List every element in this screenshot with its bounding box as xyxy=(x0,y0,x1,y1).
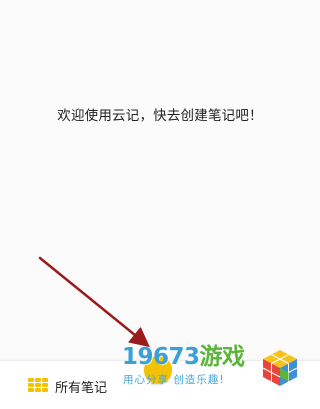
watermark-text: 游戏 xyxy=(199,344,246,370)
all-notes-label: 所有笔记 xyxy=(55,380,108,396)
grid-icon xyxy=(28,378,48,394)
all-notes-button[interactable]: 所有笔记 xyxy=(28,375,107,397)
watermark-brand: 19673游戏 xyxy=(122,344,245,370)
cube-logo-icon xyxy=(262,350,298,386)
note-app: 欢迎使用云记，快去创建笔记吧！ 所有笔记 19673游戏 用心分享 创造乐趣! xyxy=(0,0,320,409)
watermark-number: 19673 xyxy=(122,344,200,370)
watermark-slogan: 用心分享 创造乐趣! xyxy=(123,374,225,386)
empty-state-message: 欢迎使用云记，快去创建笔记吧！ xyxy=(57,108,263,124)
site-watermark: 19673游戏 用心分享 创造乐趣! xyxy=(122,344,302,394)
